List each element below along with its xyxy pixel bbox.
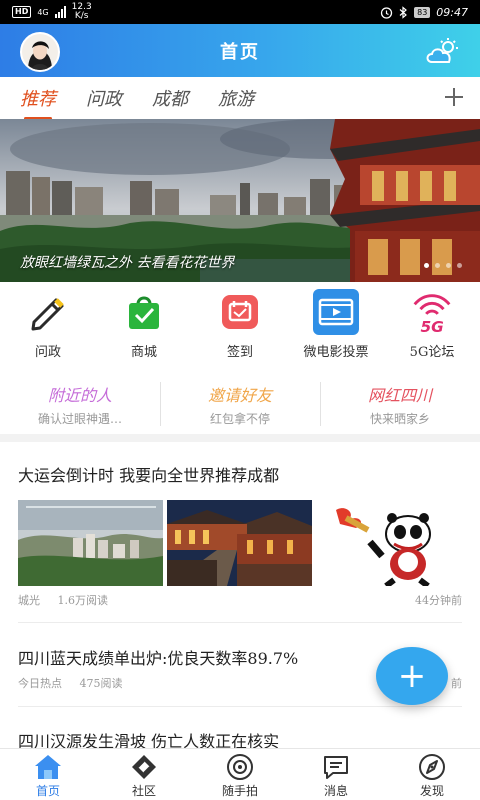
- card-subtitle: 红包拿不停: [209, 411, 270, 426]
- banner-caption: 放眼红墙绿瓦之外 去看看花花世界: [20, 255, 235, 271]
- alarm-icon: [380, 6, 393, 19]
- news-time: 44分钟前: [415, 594, 462, 607]
- news-source: 城光: [18, 594, 40, 607]
- news-thumbnail: [167, 500, 312, 586]
- camera-icon: [227, 754, 253, 780]
- carousel-dot[interactable]: [424, 263, 429, 268]
- quick-item-checkin[interactable]: 签到: [192, 287, 288, 365]
- weather-icon[interactable]: [424, 37, 460, 65]
- quick-entries: 问政 商城 签到 微电影投票 5G 5G论坛: [0, 287, 480, 365]
- card-title: 附近的人: [47, 385, 112, 405]
- nav-label: 首页: [35, 784, 60, 798]
- nav-snapshot[interactable]: 随手拍: [192, 749, 288, 800]
- news-reads: 1.6万阅读: [57, 594, 109, 607]
- tab-travel[interactable]: 旅游: [218, 85, 254, 111]
- nav-home[interactable]: 首页: [0, 749, 96, 800]
- list-divider: [18, 622, 462, 623]
- card-sichuan-hot[interactable]: 网红四川 快来晒家乡: [320, 378, 480, 430]
- shopping-bag-icon: [119, 287, 169, 337]
- carousel-dot[interactable]: [446, 263, 451, 268]
- card-subtitle: 确认过眼神遇…: [37, 411, 122, 426]
- clock: 09:47: [436, 5, 468, 19]
- card-title: 网红四川: [367, 385, 432, 405]
- tab-chengdu[interactable]: 成都: [152, 85, 188, 111]
- signal-icon: [54, 6, 66, 18]
- network-speed: 12.3 K/s: [71, 2, 92, 21]
- quick-item-5g-forum[interactable]: 5G 5G论坛: [384, 287, 480, 365]
- quick-label: 5G论坛: [409, 345, 455, 360]
- 5g-signal-icon: 5G: [407, 287, 457, 337]
- nav-label: 随手拍: [221, 784, 258, 798]
- news-thumbnail: [18, 500, 163, 586]
- svg-text:5G: 5G: [420, 318, 443, 336]
- plus-icon: +: [397, 656, 427, 696]
- tab-recommend[interactable]: 推荐: [20, 85, 56, 120]
- nav-messages[interactable]: 消息: [288, 749, 384, 800]
- section-divider: [0, 434, 480, 442]
- news-thumbnail: [316, 500, 461, 586]
- hd-badge: HD: [12, 6, 32, 18]
- card-nearby-people[interactable]: 附近的人 确认过眼神遇…: [0, 378, 160, 430]
- film-icon: [311, 287, 361, 337]
- discover-icon: [419, 754, 445, 780]
- news-title: 大运会倒计时 我要向全世界推荐成都: [18, 466, 280, 485]
- carousel-dot[interactable]: [435, 263, 440, 268]
- message-icon: [324, 756, 348, 779]
- banner-carousel[interactable]: 放眼红墙绿瓦之外 去看看花花世界: [0, 119, 480, 282]
- avatar[interactable]: [20, 32, 60, 72]
- card-invite-friends[interactable]: 邀请好友 红包拿不停: [160, 378, 320, 430]
- card-subtitle: 快来晒家乡: [369, 411, 430, 426]
- category-tabs: 推荐 问政 成都 旅游: [0, 77, 480, 120]
- quick-label: 商城: [130, 345, 157, 360]
- news-time: 前: [451, 677, 462, 690]
- community-icon: [132, 755, 156, 779]
- quick-item-wenzheng[interactable]: 问政: [0, 287, 96, 365]
- nav-label: 社区: [131, 784, 156, 798]
- quick-label: 微电影投票: [303, 345, 369, 360]
- status-bar: HD 4G 12.3 K/s 83 09:47: [0, 0, 480, 24]
- tab-wenzheng[interactable]: 问政: [86, 85, 122, 111]
- nav-discover[interactable]: 发现: [384, 749, 480, 800]
- carousel-dot[interactable]: [457, 263, 462, 268]
- news-meta: 城光 1.6万阅读 44分钟前: [18, 592, 462, 608]
- quick-label: 问政: [34, 345, 61, 360]
- card-title: 邀请好友: [207, 385, 272, 405]
- quick-item-mall[interactable]: 商城: [96, 287, 192, 365]
- news-source: 今日热点: [18, 677, 62, 690]
- home-icon: [35, 755, 61, 779]
- feature-cards: 附近的人 确认过眼神遇… 邀请好友 红包拿不停 网红四川 快来晒家乡: [0, 378, 480, 430]
- quick-label: 签到: [226, 345, 253, 360]
- network-type: 4G: [37, 7, 49, 17]
- add-channel-icon[interactable]: [442, 85, 466, 109]
- create-post-button[interactable]: +: [376, 647, 448, 705]
- list-divider: [18, 706, 462, 707]
- carousel-dots: [424, 263, 462, 268]
- calendar-check-icon: [215, 287, 265, 337]
- bluetooth-icon: [399, 5, 408, 19]
- news-thumbnails: [18, 500, 462, 586]
- pen-icon: [23, 287, 73, 337]
- news-item[interactable]: 大运会倒计时 我要向全世界推荐成都 城光 1.6万阅读 44分钟前: [18, 462, 462, 608]
- battery-indicator: 83: [414, 6, 431, 18]
- news-reads: 475阅读: [79, 677, 123, 690]
- bottom-navigation: 首页 社区 随手拍 消息 发现: [0, 748, 480, 800]
- app-header: 首页: [0, 24, 480, 77]
- nav-label: 发现: [419, 784, 444, 798]
- quick-item-film-vote[interactable]: 微电影投票: [288, 287, 384, 365]
- page-title: 首页: [220, 41, 260, 63]
- nav-community[interactable]: 社区: [96, 749, 192, 800]
- nav-label: 消息: [323, 784, 348, 798]
